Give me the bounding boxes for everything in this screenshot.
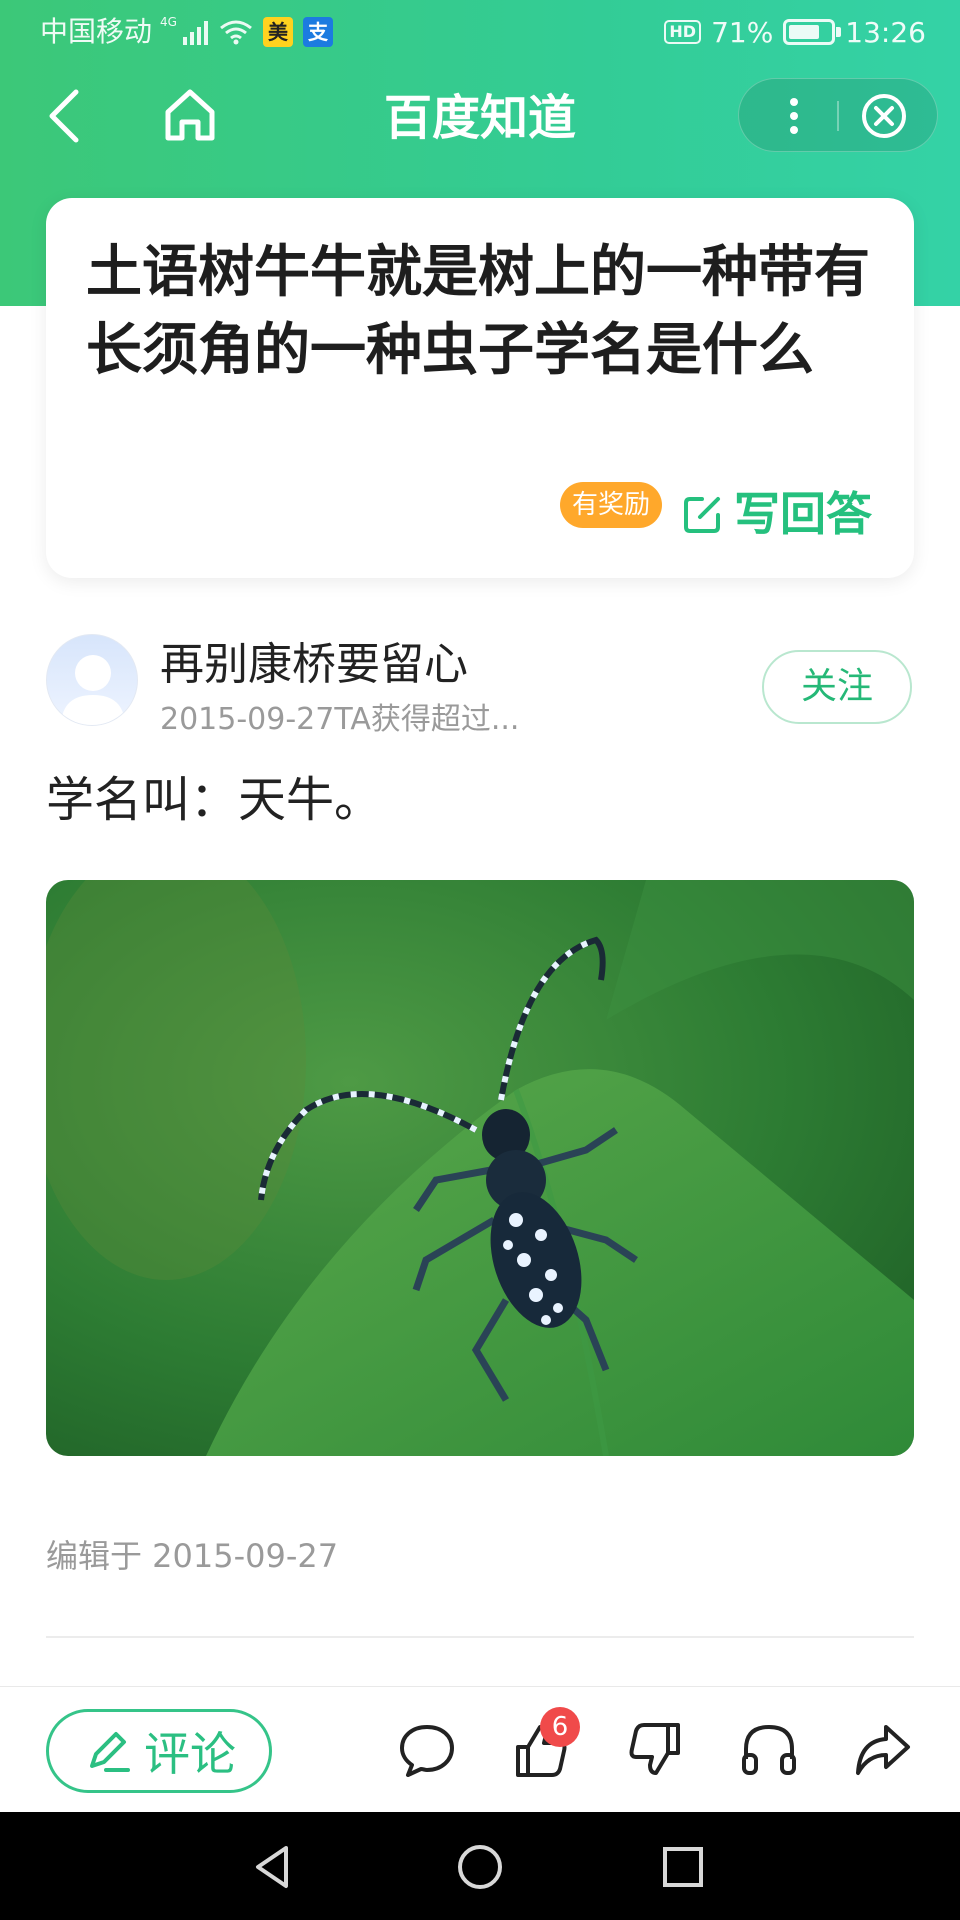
avatar[interactable]	[46, 634, 138, 726]
system-recents-icon[interactable]	[658, 1842, 708, 1892]
hd-badge: HD	[664, 20, 702, 44]
system-navigation-bar	[0, 1812, 960, 1920]
more-icon[interactable]	[769, 91, 819, 141]
battery-percent: 71%	[711, 15, 774, 49]
reward-badge: 有奖励	[560, 482, 663, 528]
clock: 13:26	[845, 15, 926, 49]
headphones-icon[interactable]	[738, 1719, 800, 1781]
divider	[46, 1636, 914, 1638]
network-type: 4G	[160, 15, 177, 29]
battery-icon	[783, 19, 842, 45]
capsule-divider	[837, 101, 839, 131]
default-avatar-icon	[61, 655, 125, 725]
close-icon[interactable]	[859, 91, 909, 141]
carrier-label: 中国移动	[40, 15, 153, 48]
meituan-app-icon: 美	[262, 17, 293, 47]
follow-button[interactable]: 关注	[762, 650, 912, 724]
answer-image[interactable]	[46, 880, 914, 1456]
author-meta: 2015-09-27TA获得超过...	[160, 702, 520, 737]
status-right: HD 71% 13:26	[664, 14, 926, 50]
system-home-icon[interactable]	[455, 1842, 505, 1892]
beetle-photo	[46, 880, 914, 1456]
alipay-app-icon: 支	[302, 17, 333, 47]
page: 中国移动 4G 美 支 HD 71% 13:26 百度知道 土语树牛牛就是树上的…	[0, 0, 960, 1920]
share-icon[interactable]	[852, 1719, 914, 1781]
pencil-icon	[90, 1732, 130, 1772]
bottom-toolbar: 评论 6	[0, 1686, 960, 1812]
comment-label: 评论	[144, 1727, 236, 1781]
write-answer-label: 写回答	[734, 487, 872, 541]
edited-date: 编辑于 2015-09-27	[46, 1537, 339, 1575]
thumbs-down-icon[interactable]	[624, 1719, 686, 1781]
question-title: 土语树牛牛就是树上的一种带有长须角的一种虫子学名是什么	[86, 240, 870, 383]
status-bar: 中国移动 4G 美 支 HD 71% 13:26	[0, 0, 960, 64]
wifi-icon	[220, 20, 252, 45]
status-left: 中国移动 4G 美 支	[40, 14, 333, 50]
write-answer-button[interactable]: 写回答	[682, 486, 872, 542]
like-count-badge: 6	[540, 1707, 580, 1747]
mini-program-capsule	[738, 78, 938, 152]
answer-author: 再别康桥要留心 2015-09-27TA获得超过... 关注	[46, 634, 914, 744]
comment-button[interactable]: 评论	[46, 1709, 272, 1793]
edit-icon	[684, 497, 720, 533]
system-back-icon[interactable]	[248, 1842, 298, 1892]
question-card: 土语树牛牛就是树上的一种带有长须角的一种虫子学名是什么 有奖励 写回答	[46, 198, 914, 578]
answer-text: 学名叫：天牛。	[46, 772, 383, 828]
chat-bubble-icon[interactable]	[396, 1719, 458, 1781]
signal-icon	[182, 21, 208, 45]
author-name[interactable]: 再别康桥要留心	[160, 638, 468, 692]
nav-bar: 百度知道	[0, 70, 960, 166]
